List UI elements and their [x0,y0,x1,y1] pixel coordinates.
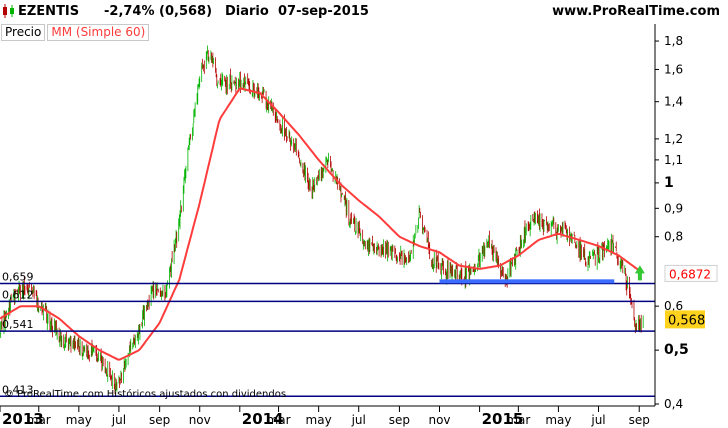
y-tick-label: 1,6 [664,62,683,76]
ma-value-label: 0,6872 [669,267,711,281]
x-tick-label: mar [267,413,291,427]
x-tick-label: jul [590,413,605,427]
x-tick-label: mar [27,413,51,427]
y-axis: 1,81,61,41,21,110,90,80,60,50,4 [654,24,689,411]
horizontal-line-label: 0,659 [2,271,34,284]
candles [0,45,644,397]
y-tick-label: 0,9 [664,201,683,215]
x-tick-label: jul [111,413,126,427]
price-tags: 0,6872 0,568 [634,264,718,329]
x-tick-label: sep [629,413,650,427]
horizontal-line-label: 0,541 [2,318,34,331]
y-tick-label: 1,2 [664,132,683,146]
x-tick-label: may [306,413,332,427]
x-tick-label: may [66,413,92,427]
x-tick-label: mar [506,413,530,427]
last-price-label: 0,568 [668,313,705,328]
y-tick-label: 1,8 [664,34,683,48]
x-tick-label: sep [149,413,170,427]
x-tick-label: jul [351,413,366,427]
y-tick-label: 1 [664,175,674,191]
x-tick-label: sep [389,413,410,427]
y-tick-label: 0,4 [664,397,683,411]
horizontal-lines: 0,6590,6120,5410,413 [0,271,655,398]
horizontal-line-label: 0,612 [2,288,34,301]
x-axis: 2013mar may jul sep nov 2014mar may jul sep nov 20… [0,405,655,428]
y-tick-label: 1,1 [664,153,683,167]
chart-window: EZENTIS -2,74% (0,568) Diario 07-sep-201… [0,0,728,428]
x-tick-label: nov [189,413,211,427]
price-chart[interactable]: 0,6590,6120,5410,413 1,81,61,41,21,110,9… [0,0,728,428]
footer-copyright: © ProRealTime.com Históricos ajustados c… [4,389,287,400]
y-tick-label: 0,8 [664,230,683,244]
support-bar [439,279,615,284]
x-tick-label: nov [428,413,450,427]
y-tick-label: 0,5 [664,342,689,358]
x-tick-label: may [545,413,571,427]
moving-average-layer [0,87,644,361]
y-tick-label: 1,4 [664,95,683,109]
moving-average-line [0,87,644,361]
